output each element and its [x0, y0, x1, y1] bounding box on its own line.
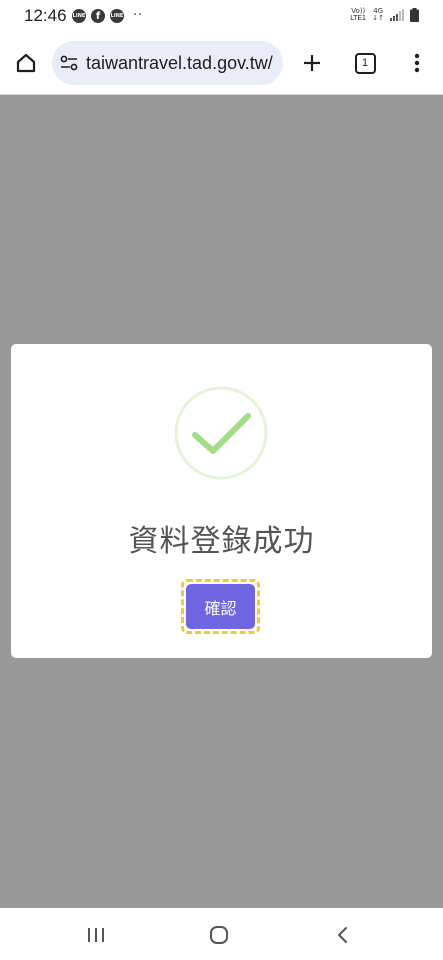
tab-switcher-button[interactable]: 1	[347, 45, 383, 81]
dialog-title: 資料登錄成功	[128, 524, 315, 559]
system-home-button[interactable]	[199, 920, 239, 950]
home-icon	[16, 53, 36, 73]
check-circle-icon	[174, 386, 268, 480]
site-info-icon	[60, 55, 78, 71]
recents-button[interactable]	[76, 920, 116, 950]
more-notifications-indicator: ··	[133, 8, 144, 23]
signal-strength-icon	[390, 9, 404, 21]
notification-icons: LINE f LINE ··	[72, 9, 143, 23]
more-vert-icon	[414, 53, 420, 73]
tab-count: 1	[354, 52, 376, 74]
confirm-button[interactable]: 確認	[186, 584, 255, 629]
browser-menu-button[interactable]	[399, 45, 435, 81]
home-circle-icon	[210, 926, 228, 944]
facebook-icon: f	[91, 9, 105, 23]
recents-icon	[88, 928, 104, 942]
phone-screen: 12:46 LINE f LINE ·· Vo)) LTE1 4G ↓↑ tai…	[0, 0, 443, 960]
back-chevron-icon	[338, 927, 347, 943]
modal-backdrop[interactable]: 資料登錄成功 確認	[0, 95, 443, 908]
url-text[interactable]: taiwantravel.tad.gov.tw/	[86, 53, 273, 74]
browser-toolbar: taiwantravel.tad.gov.tw/ 1	[0, 32, 443, 95]
line-icon: LINE	[72, 9, 86, 23]
new-tab-button[interactable]	[294, 45, 330, 81]
status-bar: 12:46 LINE f LINE ·· Vo)) LTE1 4G ↓↑	[0, 0, 443, 32]
site-info-button[interactable]	[60, 55, 78, 71]
line-icon: LINE	[110, 9, 124, 23]
home-button[interactable]	[8, 45, 44, 81]
battery-icon	[410, 8, 419, 22]
status-right: Vo)) LTE1 4G ↓↑	[350, 8, 419, 22]
address-bar[interactable]: taiwantravel.tad.gov.tw/	[52, 41, 283, 85]
volte-indicator: Vo)) LTE1	[350, 7, 367, 22]
success-dialog: 資料登錄成功 確認	[11, 344, 432, 658]
network-indicator: 4G ↓↑	[372, 7, 384, 22]
status-time: 12:46	[24, 6, 67, 25]
plus-icon	[304, 55, 320, 71]
back-button[interactable]	[323, 920, 363, 950]
system-nav-bar	[0, 908, 443, 960]
